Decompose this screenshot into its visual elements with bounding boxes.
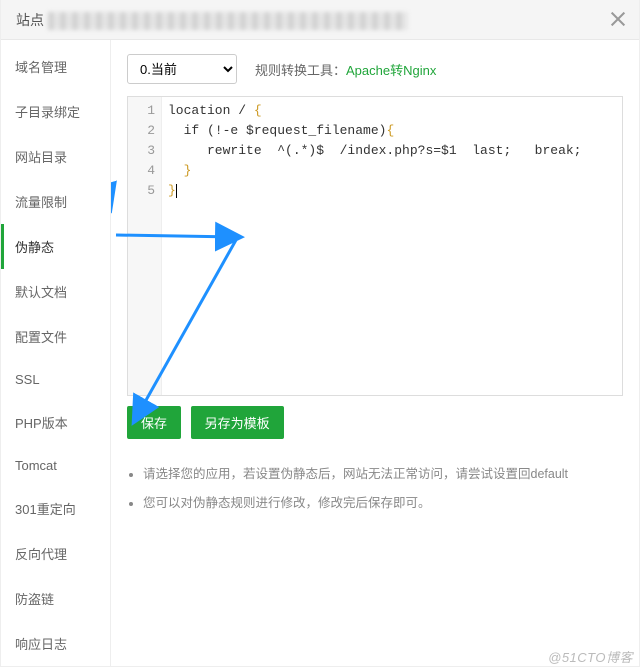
header-prefix: 站点 [16,12,44,28]
main-content: 0.当前 规则转换工具：Apache转Nginx 12345 location … [111,40,639,666]
template-select[interactable]: 0.当前 [127,54,237,84]
sidebar-item-5[interactable]: 默认文档 [1,269,110,314]
sidebar-item-7[interactable]: SSL [1,359,110,400]
sidebar-item-13[interactable]: 响应日志 [1,621,110,666]
sidebar-item-0[interactable]: 域名管理 [1,44,110,89]
tool-label: 规则转换工具： [255,63,346,78]
note-line: 您可以对伪静态规则进行修改，修改完后保存即可。 [143,492,623,511]
save-button[interactable]: 保存 [127,406,181,439]
header-title-mask [48,12,408,30]
apache-to-nginx-link[interactable]: Apache转Nginx [346,63,436,78]
watermark: @51CTO博客 [548,647,633,666]
code-area[interactable]: location / { if (!-e $request_filename){… [162,97,622,395]
close-icon[interactable] [609,10,627,28]
note-line: 请选择您的应用，若设置伪静态后，网站无法正常访问，请尝试设置回default [143,463,623,482]
save-as-template-button[interactable]: 另存为模板 [191,406,284,439]
sidebar-item-2[interactable]: 网站目录 [1,134,110,179]
sidebar-item-9[interactable]: Tomcat [1,445,110,486]
sidebar-item-11[interactable]: 反向代理 [1,531,110,576]
sidebar-item-6[interactable]: 配置文件 [1,314,110,359]
sidebar-item-4[interactable]: 伪静态 [1,224,110,269]
sidebar-item-1[interactable]: 子目录绑定 [1,89,110,134]
site-config-panel: 站点 域名管理子目录绑定网站目录流量限制伪静态默认文档配置文件SSLPHP版本T… [0,0,640,667]
sidebar-item-3[interactable]: 流量限制 [1,179,110,224]
sidebar-item-12[interactable]: 防盗链 [1,576,110,621]
notes: 请选择您的应用，若设置伪静态后，网站无法正常访问，请尝试设置回default 您… [127,463,623,511]
sidebar-item-8[interactable]: PHP版本 [1,400,110,445]
rewrite-editor[interactable]: 12345 location / { if (!-e $request_file… [127,96,623,396]
panel-header: 站点 [1,0,639,40]
line-gutter: 12345 [128,97,162,395]
sidebar-item-10[interactable]: 301重定向 [1,486,110,531]
sidebar: 域名管理子目录绑定网站目录流量限制伪静态默认文档配置文件SSLPHP版本Tomc… [1,40,111,666]
